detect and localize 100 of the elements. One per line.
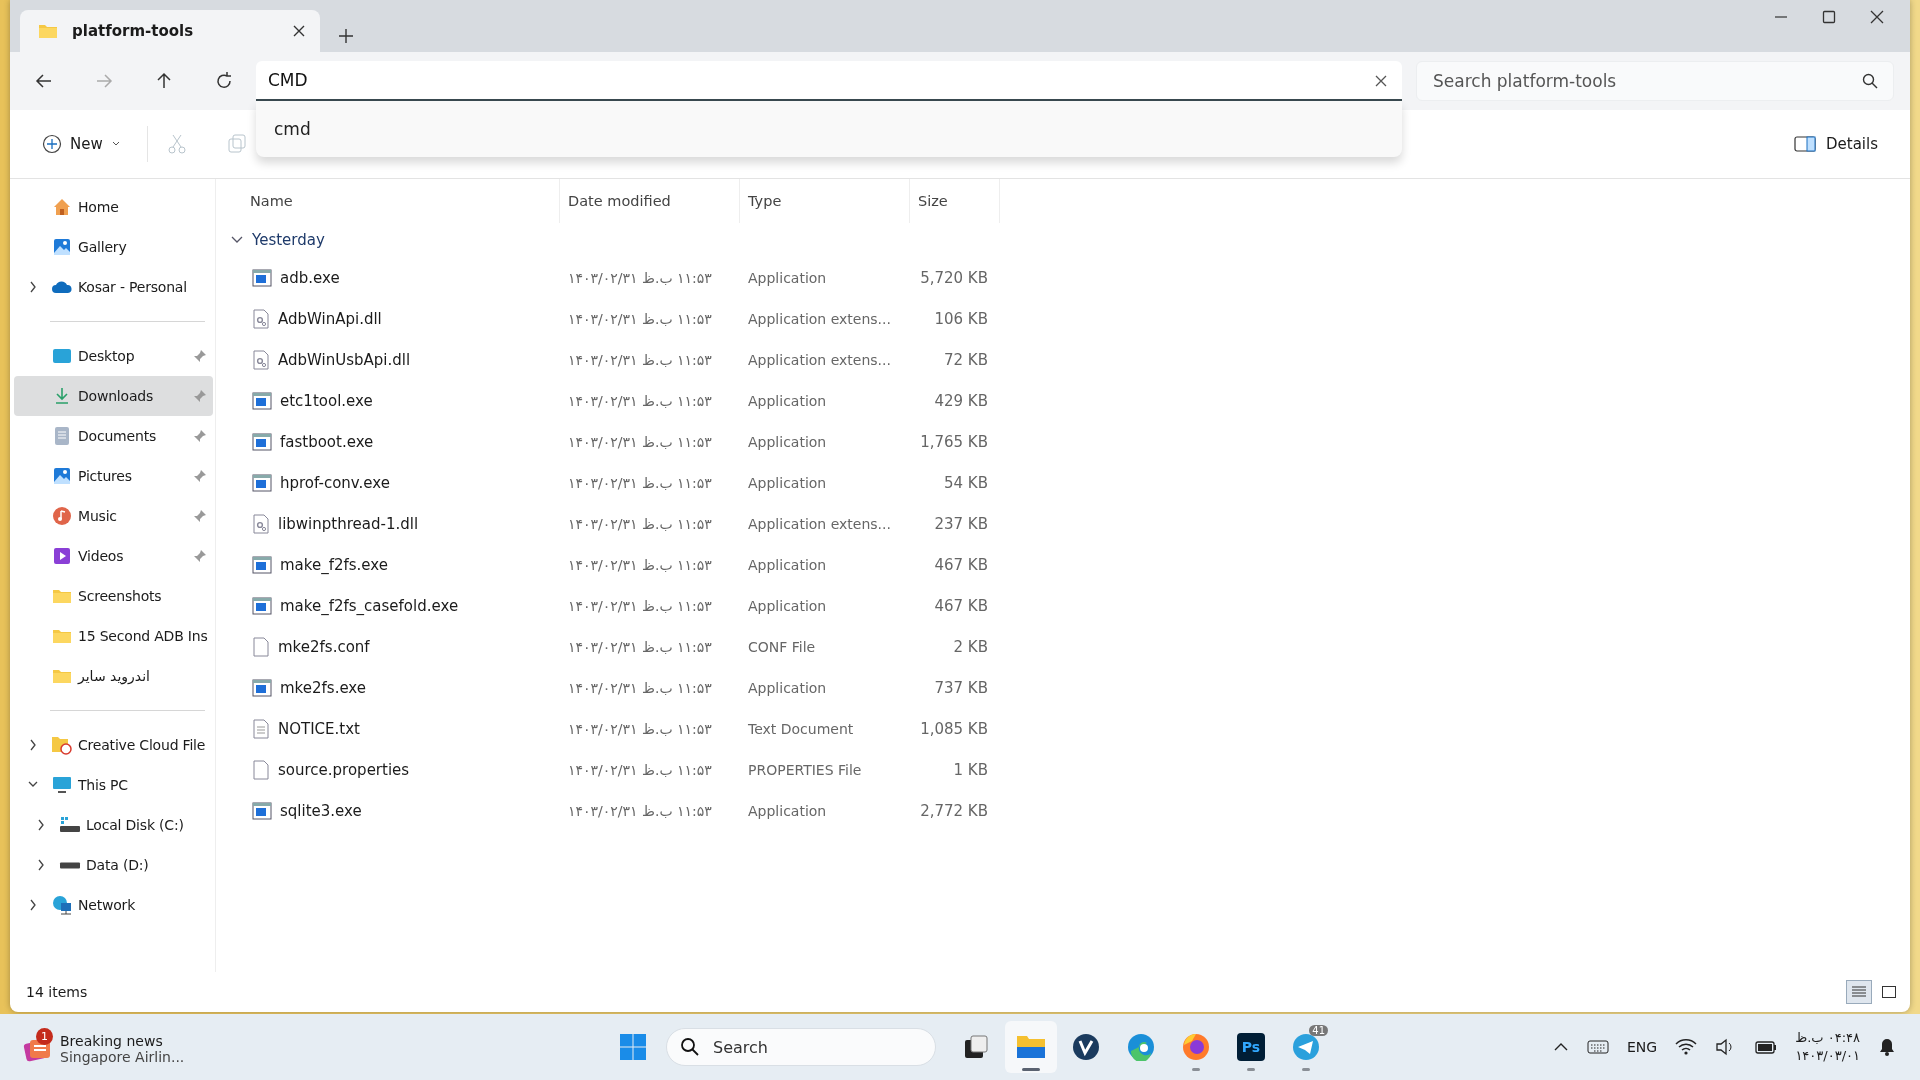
date-cell-text: ۱۱:۵۳ ب.ظ ۱۴۰۳/۰۲/۳۱	[567, 679, 713, 696]
browser-tab[interactable]: platform-tools	[20, 10, 320, 52]
keyboard-icon[interactable]	[1587, 1039, 1609, 1055]
sidebar-item[interactable]: Downloads	[14, 376, 213, 416]
caret-icon	[110, 140, 121, 148]
sidebar-item[interactable]: Kosar - Personal	[14, 267, 213, 307]
battery-icon[interactable]	[1753, 1039, 1778, 1055]
file-name[interactable]: AdbWinApi.dll	[278, 309, 382, 328]
tab-title: platform-tools	[72, 22, 195, 40]
size-cell-text: 467 KB	[933, 555, 989, 574]
desktop-icon	[52, 347, 72, 365]
close-icon[interactable]	[292, 24, 306, 38]
file-name[interactable]: make_f2fs_casefold.exe	[280, 596, 459, 615]
size-cell-text: 2 KB	[952, 637, 989, 656]
news-widget[interactable]: 1 Breaking news Singapore Airlin...	[18, 1027, 191, 1067]
bell-icon[interactable]	[1878, 1037, 1896, 1057]
details-pane-icon	[1794, 135, 1816, 153]
search-field[interactable]: Search platform-tools	[1416, 61, 1894, 101]
document-icon	[53, 426, 71, 446]
sidebar-label: Desktop	[78, 348, 135, 364]
sidebar-item[interactable]: Screenshots	[14, 576, 213, 616]
chevron-down-icon[interactable]	[230, 235, 244, 245]
sidebar-item[interactable]: Local Disk (C:)	[14, 805, 213, 845]
size-cell-text: 1,085 KB	[919, 719, 989, 738]
size-cell-text: 737 KB	[933, 678, 989, 697]
suggestion-item[interactable]: cmd	[274, 119, 311, 139]
sidebar-item[interactable]: اندروید سایر	[14, 656, 213, 696]
refresh-icon[interactable]	[214, 71, 234, 91]
file-name[interactable]: mke2fs.exe	[280, 678, 366, 697]
sidebar-item[interactable]: 15 Second ADB Ins	[14, 616, 213, 656]
size-cell-text: 5,720 KB	[919, 268, 989, 287]
sidebar-item[interactable]: Gallery	[14, 227, 213, 267]
clear-icon[interactable]	[1374, 74, 1388, 88]
language-indicator[interactable]: ENG	[1627, 1039, 1658, 1055]
sidebar-label: Data (D:)	[86, 857, 149, 873]
new-button[interactable]: New	[34, 128, 129, 160]
sidebar-item[interactable]: Creative Cloud File	[14, 725, 213, 765]
taskbar-app-button[interactable]: 41	[1280, 1021, 1332, 1073]
size-cell-text: 237 KB	[933, 514, 989, 533]
sidebar-item[interactable]: Videos	[14, 536, 213, 576]
close-icon[interactable]	[1870, 10, 1884, 24]
sidebar-label: Screenshots	[78, 588, 162, 604]
sidebar-label: Music	[78, 508, 117, 524]
column-header[interactable]: Size	[910, 179, 1000, 223]
file-name[interactable]: source.properties	[278, 760, 410, 779]
sidebar-item[interactable]: Home	[14, 187, 213, 227]
file-name[interactable]: make_f2fs.exe	[280, 555, 388, 574]
file-name[interactable]: sqlite3.exe	[280, 801, 362, 820]
add-tab-icon[interactable]	[338, 28, 354, 44]
sidebar-item[interactable]: Network	[14, 885, 213, 925]
sidebar-item[interactable]: Music	[14, 496, 213, 536]
column-header[interactable]: Name	[250, 179, 560, 223]
file-name[interactable]: hprof-conv.exe	[280, 473, 390, 492]
view-toggle[interactable]	[1846, 980, 1872, 1004]
sidebar-item[interactable]: This PC	[14, 765, 213, 805]
file-name[interactable]: NOTICE.txt	[278, 719, 360, 738]
monitor-icon	[52, 775, 72, 795]
maximize-icon[interactable]	[1822, 10, 1836, 24]
file-name[interactable]: mke2fs.conf	[278, 637, 370, 656]
windows-logo-icon	[619, 1033, 647, 1061]
address-field[interactable]: CMD	[256, 61, 1402, 101]
sidebar-item[interactable]: Pictures	[14, 456, 213, 496]
file-name[interactable]: AdbWinUsbApi.dll	[278, 350, 411, 369]
group-header[interactable]: Yesterday	[252, 231, 325, 249]
column-header[interactable]: Type	[740, 179, 910, 223]
taskbar-app-button[interactable]: Ps	[1225, 1021, 1277, 1073]
folder-icon	[52, 588, 72, 604]
type-cell-text: Application	[747, 556, 827, 573]
date-cell-text: ۱۱:۵۳ ب.ظ ۱۴۰۳/۰۲/۳۱	[567, 351, 713, 368]
size-cell-text: 1,765 KB	[919, 432, 989, 451]
size-cell-text: 54 KB	[943, 473, 989, 492]
file-name[interactable]: adb.exe	[280, 268, 340, 287]
application-icon	[252, 432, 272, 451]
size-cell-text: 2,772 KB	[919, 801, 989, 820]
date-cell-text: ۱۱:۵۳ ب.ظ ۱۴۰۳/۰۲/۳۱	[567, 433, 713, 450]
folder-icon	[52, 668, 72, 684]
file-name[interactable]: etc1tool.exe	[280, 391, 373, 410]
sidebar-item[interactable]: Data (D:)	[14, 845, 213, 885]
column-header[interactable]: Date modified	[560, 179, 740, 223]
sidebar-item[interactable]: Desktop	[14, 336, 213, 376]
application-icon	[252, 801, 272, 820]
chevron-up-icon[interactable]	[1553, 1042, 1569, 1052]
details-button[interactable]: Details	[1788, 134, 1884, 154]
image-icon	[52, 466, 72, 486]
date-cell-text: ۱۱:۵۳ ب.ظ ۱۴۰۳/۰۲/۳۱	[567, 556, 713, 573]
file-name[interactable]: fastboot.exe	[280, 432, 374, 451]
type-cell-text: Application	[747, 269, 827, 286]
file-name[interactable]: libwinpthread-1.dll	[278, 514, 419, 533]
size-cell-text: 72 KB	[943, 350, 989, 369]
clock[interactable]: ۰۴:۴۸ ب.ظ ۱۴۰۳/۰۳/۰۱	[1795, 1029, 1860, 1065]
type-cell-text: Application extens...	[747, 515, 891, 532]
sidebar-label: Creative Cloud File	[78, 737, 206, 753]
date-cell-text: ۱۱:۵۳ ب.ظ ۱۴۰۳/۰۲/۳۱	[567, 269, 713, 286]
date-cell-text: ۱۱:۵۳ ب.ظ ۱۴۰۳/۰۲/۳۱	[567, 802, 713, 819]
sidebar-item[interactable]: Documents	[14, 416, 213, 456]
swirl-logo-icon	[1127, 1033, 1155, 1061]
wifi-icon[interactable]	[1675, 1038, 1698, 1056]
taskbar-search-field[interactable]: Search	[666, 1028, 936, 1066]
date-cell-text: ۱۱:۵۳ ب.ظ ۱۴۰۳/۰۲/۳۱	[567, 474, 713, 491]
type-cell-text: Application	[747, 433, 827, 450]
